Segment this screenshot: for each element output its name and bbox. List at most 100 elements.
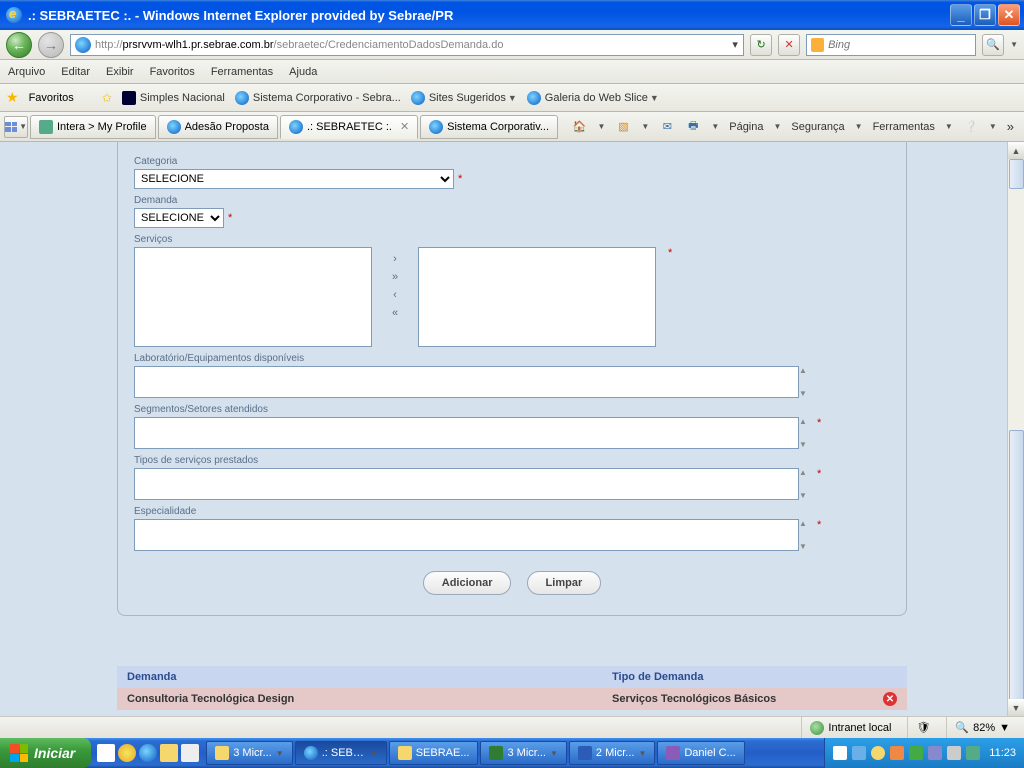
tray-icon[interactable] [871,746,885,760]
cmd-seguranca[interactable]: Segurança [791,121,844,133]
search-box[interactable] [806,34,976,56]
scroll-thumb[interactable] [1009,430,1024,710]
limpar-button[interactable]: Limpar [527,571,602,595]
servicos-selected-list[interactable] [418,247,656,347]
menu-bar: Arquivo Editar Exibir Favoritos Ferramen… [0,60,1024,84]
cmd-ferramentas[interactable]: Ferramentas [873,121,935,133]
tray-icon[interactable] [890,746,904,760]
favorites-label[interactable]: Favoritos [29,92,74,104]
task-2[interactable]: .: SEBR...▼ [295,741,387,765]
home-icon[interactable]: 🏠 [571,119,587,135]
tab-favicon [429,120,443,134]
task-6[interactable]: Daniel C... [657,741,744,765]
ql-app-icon[interactable] [181,744,199,762]
search-dropdown[interactable]: ▼ [1010,40,1018,49]
scroll-thumb[interactable] [1009,159,1024,189]
menu-ferramentas[interactable]: Ferramentas [211,66,273,78]
window-buttons: _ ❐ ✕ [950,4,1020,26]
menu-editar[interactable]: Editar [61,66,90,78]
servicos-available-list[interactable] [134,247,372,347]
ql-ie-icon[interactable] [139,744,157,762]
cell-demanda: Consultoria Tecnológica Design [127,693,612,705]
tab-4[interactable]: Sistema Corporativ... [420,115,558,139]
close-button[interactable]: ✕ [998,4,1020,26]
zoom-control[interactable]: 🔍 82% ▼ [946,717,1018,738]
task-5[interactable]: 2 Micr...▼ [569,741,655,765]
tray-icon[interactable] [966,746,980,760]
ql-explorer-icon[interactable] [160,744,178,762]
menu-arquivo[interactable]: Arquivo [8,66,45,78]
quick-tabs-button[interactable]: ▼ [4,116,28,138]
especialidade-textarea[interactable] [134,519,799,551]
globe-icon [810,721,824,735]
menu-favoritos[interactable]: Favoritos [150,66,195,78]
add-favorite-icon[interactable]: ✩ [102,91,112,105]
status-bar: Intranet local 🛡 🔍 82% ▼ [0,716,1024,738]
tray-icon[interactable] [928,746,942,760]
menu-ajuda[interactable]: Ajuda [289,66,317,78]
task-3[interactable]: SEBRAE... [389,741,479,765]
table-row[interactable]: Consultoria Tecnológica Design Serviços … [117,688,907,710]
task-1[interactable]: 3 Micr...▼ [206,741,292,765]
delete-row-icon[interactable]: ✕ [883,692,897,706]
segmentos-textarea[interactable] [134,417,799,449]
stop-button[interactable]: ✕ [778,34,800,56]
tray-icon[interactable] [852,746,866,760]
tab-close-icon[interactable]: ✕ [400,120,409,133]
back-button[interactable]: ← [6,32,32,58]
scroll-down-button[interactable]: ▼ [1008,699,1024,716]
remove-one-button[interactable]: ‹ [393,289,397,301]
vertical-scrollbar[interactable]: ▲ ▼ [1007,142,1024,716]
tab-3-active[interactable]: .: SEBRAETEC :.✕ [280,115,418,139]
print-icon[interactable]: 🖶 [685,119,701,135]
minimize-button[interactable]: _ [950,4,972,26]
required-mark: * [817,519,821,551]
remove-all-button[interactable]: « [392,307,398,319]
search-go-button[interactable]: 🔍 [982,34,1004,56]
tipos-textarea[interactable] [134,468,799,500]
scroll-up-button[interactable]: ▲ [1008,142,1024,159]
fav-sugeridos[interactable]: Sites Sugeridos▼ [411,91,517,105]
adicionar-button[interactable]: Adicionar [423,571,512,595]
security-zone[interactable]: Intranet local [801,717,899,738]
favorites-star-icon[interactable]: ★ [6,89,19,106]
help-icon[interactable]: ❔ [963,119,979,135]
task-4[interactable]: 3 Micr...▼ [480,741,566,765]
forward-button[interactable]: → [38,32,64,58]
more-icon[interactable]: » [1007,119,1014,134]
cmd-pagina[interactable]: Página [729,121,763,133]
add-one-button[interactable]: › [393,253,397,265]
start-button[interactable]: Iniciar [0,738,91,768]
maximize-button[interactable]: ❐ [974,4,996,26]
demanda-select[interactable]: SELECIONE [134,208,224,228]
laboratorio-textarea[interactable] [134,366,799,398]
tray-icon[interactable] [833,746,847,760]
menu-exibir[interactable]: Exibir [106,66,134,78]
tab-1[interactable]: Intera > My Profile [30,115,156,139]
fav-simples[interactable]: Simples Nacional [122,91,225,105]
window-titlebar: .: SEBRAETEC :. - Windows Internet Explo… [0,0,1024,30]
task-icon [666,746,680,760]
servicos-row: › » ‹ « * [134,247,890,347]
address-dropdown[interactable]: ▾ [727,38,743,51]
address-input[interactable] [503,36,727,54]
ql-chrome-icon[interactable] [118,744,136,762]
add-all-button[interactable]: » [392,271,398,283]
tray-icon[interactable] [909,746,923,760]
fav-sistema[interactable]: Sistema Corporativo - Sebra... [235,91,401,105]
feeds-icon[interactable]: ▧ [615,119,631,135]
categoria-select[interactable]: SELECIONE [134,169,454,189]
address-bar[interactable]: http://prsrvvm-wlh1.pr.sebrae.com.br/seb… [70,34,744,56]
tray-icon[interactable] [947,746,961,760]
taskbar: Iniciar 3 Micr...▼ .: SEBR...▼ SEBRAE...… [0,738,1024,768]
clock[interactable]: 11:23 [989,747,1016,759]
refresh-button[interactable]: ↻ [750,34,772,56]
protected-mode[interactable]: 🛡 [907,717,938,738]
required-mark: * [668,247,672,259]
ql-desktop-icon[interactable] [97,744,115,762]
col-demanda: Demanda [127,671,612,683]
fav-webslice[interactable]: Galeria do Web Slice▼ [527,91,659,105]
tab-2[interactable]: Adesão Proposta [158,115,278,139]
mail-icon[interactable]: ✉ [659,119,675,135]
search-input[interactable] [828,39,971,51]
